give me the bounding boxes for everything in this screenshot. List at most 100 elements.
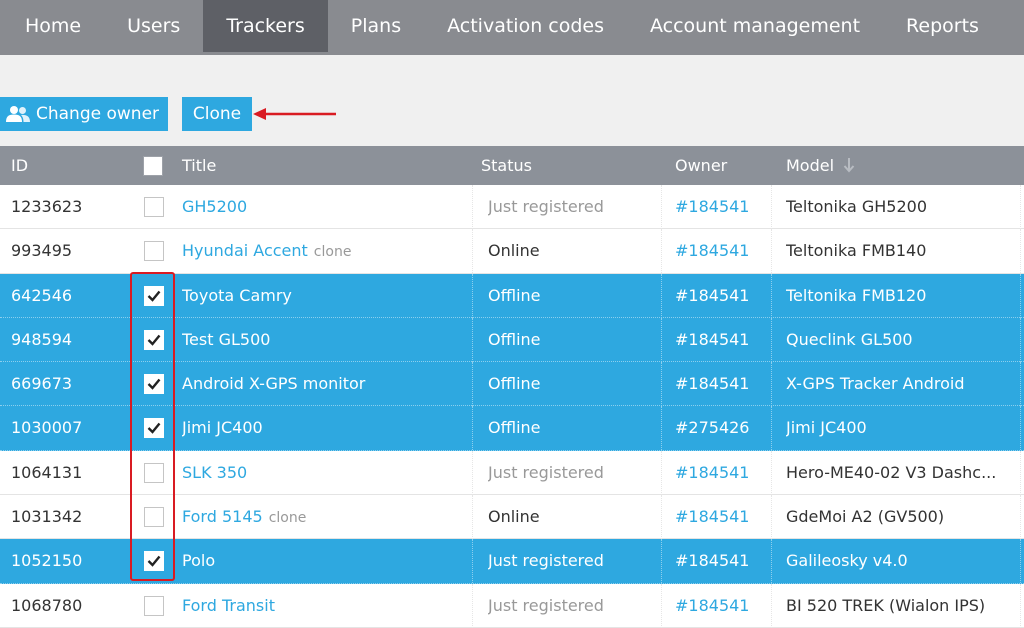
column-divider bbox=[661, 273, 662, 318]
row-status: Offline bbox=[488, 285, 541, 305]
table-row[interactable]: 1068780 Ford Transit Just registered #18454… bbox=[0, 583, 1024, 628]
row-title-link[interactable]: Toyota Camry bbox=[182, 286, 292, 305]
row-title-link[interactable]: Ford Transit bbox=[182, 596, 275, 615]
clone-tag: clone bbox=[268, 510, 307, 527]
header-title[interactable]: Title bbox=[182, 146, 216, 185]
row-owner-link[interactable]: #184541 bbox=[675, 584, 775, 628]
table-row[interactable]: 1052150 Polo Just registered #184541 Galileo… bbox=[0, 539, 1024, 584]
column-divider bbox=[771, 273, 772, 318]
row-status: Just registered bbox=[488, 551, 604, 571]
table-row[interactable]: 993495 Hyundai Accent clone Online #184541 Te… bbox=[0, 229, 1024, 274]
row-model: BI 520 TREK (Wialon IPS) bbox=[786, 595, 986, 615]
table-row[interactable]: 669673 Android X-GPS monitor Offline #18454… bbox=[0, 362, 1024, 407]
row-status: Just registered bbox=[488, 462, 604, 482]
header-owner[interactable]: Owner bbox=[675, 146, 727, 185]
column-divider bbox=[661, 450, 662, 495]
nav-item-account-management[interactable]: Account management bbox=[627, 0, 883, 52]
nav-item-activation-codes[interactable]: Activation codes bbox=[424, 0, 627, 52]
table-row[interactable]: 642546 Toyota Camry Offline #184541 Teltonik… bbox=[0, 273, 1024, 318]
row-checkbox[interactable] bbox=[144, 418, 164, 439]
column-divider bbox=[1020, 362, 1021, 407]
row-model: GdeMoi A2 (GV500) bbox=[786, 507, 945, 527]
table-row[interactable]: 1031342 Ford 5145 clone Online #184541 GdeMoi… bbox=[0, 495, 1024, 540]
select-all-checkbox[interactable] bbox=[143, 156, 163, 176]
header-id[interactable]: ID bbox=[11, 146, 28, 185]
column-divider bbox=[472, 583, 473, 628]
row-status: Online bbox=[488, 241, 540, 261]
clone-button[interactable]: Clone bbox=[182, 97, 252, 131]
column-divider bbox=[661, 185, 662, 229]
column-divider bbox=[661, 495, 662, 540]
nav-item-plans[interactable]: Plans bbox=[328, 0, 424, 52]
users-icon bbox=[6, 106, 30, 122]
header-model-label: Model bbox=[786, 156, 835, 175]
row-owner-link[interactable]: #184541 bbox=[675, 274, 775, 318]
row-title-cell: SLK 350 bbox=[182, 451, 472, 495]
column-divider bbox=[771, 185, 772, 229]
row-checkbox[interactable] bbox=[144, 285, 164, 306]
row-title-link[interactable]: Hyundai Accent bbox=[182, 241, 308, 260]
row-checkbox[interactable] bbox=[144, 374, 164, 395]
row-owner-link[interactable]: #184541 bbox=[675, 362, 775, 406]
column-divider bbox=[1020, 229, 1021, 274]
row-title-cell: Polo bbox=[182, 539, 472, 583]
table-row[interactable]: 1064131 SLK 350 Just registered #184541 Hero… bbox=[0, 450, 1024, 496]
column-divider bbox=[771, 539, 772, 584]
row-model: Teltonika FMB140 bbox=[786, 241, 927, 261]
check-icon bbox=[147, 290, 161, 302]
header-model[interactable]: Model bbox=[786, 146, 855, 185]
row-title-link[interactable]: Android X-GPS monitor bbox=[182, 374, 365, 393]
row-title-link[interactable]: Polo bbox=[182, 551, 215, 570]
row-checkbox[interactable] bbox=[144, 595, 164, 616]
nav-item-users[interactable]: Users bbox=[104, 0, 203, 52]
row-title-link[interactable]: Ford 5145 bbox=[182, 507, 263, 526]
check-icon bbox=[147, 378, 161, 390]
row-title-link[interactable]: Test GL500 bbox=[182, 330, 270, 349]
row-owner-link[interactable]: #184541 bbox=[675, 495, 775, 539]
row-model: Queclink GL500 bbox=[786, 329, 913, 349]
nav-item-home[interactable]: Home bbox=[0, 0, 104, 52]
row-checkbox[interactable] bbox=[144, 507, 164, 528]
row-title-cell: Toyota Camry bbox=[182, 274, 472, 318]
row-title-cell: Ford Transit bbox=[182, 584, 472, 628]
row-owner-link[interactable]: #275426 bbox=[675, 406, 775, 450]
column-divider bbox=[1020, 406, 1021, 451]
row-owner-link[interactable]: #184541 bbox=[675, 451, 775, 495]
row-owner-link[interactable]: #184541 bbox=[675, 318, 775, 362]
row-owner-link[interactable]: #184541 bbox=[675, 185, 775, 229]
change-owner-button[interactable]: Change owner bbox=[0, 97, 168, 131]
row-title-link[interactable]: SLK 350 bbox=[182, 463, 247, 482]
column-divider bbox=[1020, 495, 1021, 540]
table-row[interactable]: 1030007 Jimi JC400 Offline #275426 Jimi JC40… bbox=[0, 406, 1024, 451]
header-status[interactable]: Status bbox=[481, 146, 532, 185]
row-model: Hero-ME40-02 V3 Dashc... bbox=[786, 462, 997, 482]
row-id: 1052150 bbox=[11, 551, 83, 571]
column-divider bbox=[661, 539, 662, 584]
column-divider bbox=[771, 406, 772, 451]
row-model: Jimi JC400 bbox=[786, 418, 867, 438]
row-checkbox[interactable] bbox=[144, 197, 164, 217]
row-checkbox[interactable] bbox=[144, 241, 164, 262]
row-checkbox[interactable] bbox=[144, 329, 164, 350]
table-row[interactable]: 1233623 GH5200 Just registered #184541 Telto… bbox=[0, 185, 1024, 230]
table-row[interactable]: 948594 Test GL500 Offline #184541 Queclink G… bbox=[0, 317, 1024, 363]
column-divider bbox=[472, 539, 473, 584]
nav-item-trackers[interactable]: Trackers bbox=[203, 0, 328, 52]
column-divider bbox=[472, 317, 473, 362]
nav-item-reports[interactable]: Reports bbox=[883, 0, 1002, 52]
row-title-cell: Test GL500 bbox=[182, 318, 472, 362]
row-title-cell: GH5200 bbox=[182, 185, 472, 229]
row-owner-link[interactable]: #184541 bbox=[675, 229, 775, 273]
column-divider bbox=[1020, 185, 1021, 229]
column-divider bbox=[472, 273, 473, 318]
column-divider bbox=[771, 317, 772, 362]
column-divider bbox=[661, 317, 662, 362]
row-checkbox[interactable] bbox=[144, 462, 164, 483]
column-divider bbox=[1020, 273, 1021, 318]
row-title-link[interactable]: GH5200 bbox=[182, 197, 247, 216]
column-divider bbox=[661, 229, 662, 274]
row-checkbox[interactable] bbox=[144, 551, 164, 572]
arrow-down-icon[interactable] bbox=[843, 157, 855, 173]
row-owner-link[interactable]: #184541 bbox=[675, 539, 775, 583]
row-title-link[interactable]: Jimi JC400 bbox=[182, 418, 263, 437]
